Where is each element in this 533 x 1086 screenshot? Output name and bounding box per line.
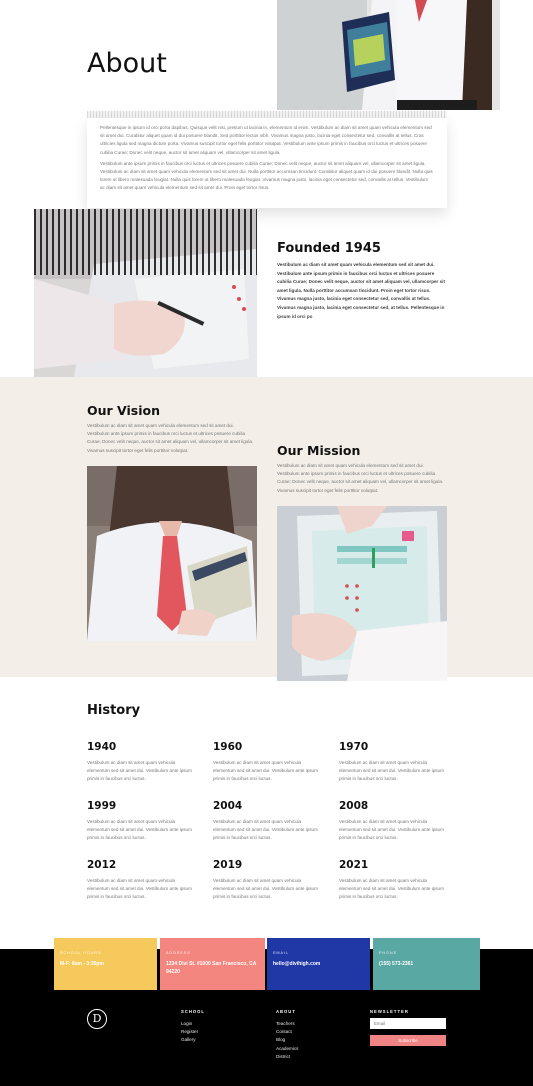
mission-text: Vestibulum ac diam sit amet quam vehicul… [277,463,444,493]
history-year: 1970 [339,741,369,753]
mission-photo-notebook [277,506,447,681]
history-text: Vestibulum ac diam sit amet quam vehicul… [339,760,444,782]
newsletter-email-input[interactable] [370,1018,446,1029]
history-item: 2019 Vestibulum ac diam sit amet quam ve… [213,859,323,902]
founded-heading: Founded 1945 [277,241,381,256]
history-year: 2012 [87,859,117,871]
contact-email-box[interactable]: EMAIL hello@divihigh.com [267,938,370,990]
history-text: Vestibulum ac diam sit amet quam vehicul… [213,760,318,782]
history-year: 2019 [213,859,243,871]
history-text: Vestibulum ac diam sit amet quam vehicul… [87,760,192,782]
about-text-card: Pellentesque in ipsum id orci porta dapi… [87,118,447,208]
history-year: 2021 [339,859,369,871]
history-text: Vestibulum ac diam sit amet quam vehicul… [339,878,444,900]
vision-text: Vestibulum ac diam sit amet quam vehicul… [87,423,254,453]
footer-link-gallery[interactable]: Gallery [181,1036,205,1044]
contact-phone-label: PHONE [379,951,398,955]
about-paragraph: Pellentesque in ipsum id orci porta dapi… [100,125,432,155]
history-year: 1940 [87,741,117,753]
footer-link-contact[interactable]: Contact [276,1028,298,1036]
history-text: Vestibulum ac diam sit amet quam vehicul… [87,878,192,900]
contact-address-label: ADDRESS [166,951,191,955]
footer-link-login[interactable]: Login [181,1020,205,1028]
history-text: Vestibulum ac diam sit amet quam vehicul… [87,819,192,841]
contact-hours-value: M-F: 8am - 3:30pm [60,961,104,967]
vision-mission-section [0,377,533,677]
history-item: 1999 Vestibulum ac diam sit amet quam ve… [87,800,197,843]
page-title: About [87,48,167,79]
history-item: 2008 Vestibulum ac diam sit amet quam ve… [339,800,449,843]
history-item: 1960 Vestibulum ac diam sit amet quam ve… [213,741,323,784]
footer-about-heading: ABOUT [276,1009,296,1014]
history-year: 1999 [87,800,117,812]
footer-link-register[interactable]: Register [181,1028,205,1036]
footer-link-academics[interactable]: Academics [276,1045,298,1053]
vision-photo-student-with-books [87,466,257,641]
history-year: 2004 [213,800,243,812]
history-text: Vestibulum ac diam sit amet quam vehicul… [213,819,318,841]
decorative-vertical-bars [34,209,257,275]
contact-address-box: ADDRESS 1234 Divi St. #1000 San Francisc… [160,938,265,990]
history-item: 2012 Vestibulum ac diam sit amet quam ve… [87,859,197,902]
footer-link-district[interactable]: District [276,1053,298,1061]
divi-logo-icon[interactable]: D [87,1009,107,1029]
footer-school-column: SCHOOL Login Register Gallery [181,1009,205,1045]
history-year: 1960 [213,741,243,753]
hero-photo-student-holding-books [277,0,500,110]
contact-address-value: 1234 Divi St. #1000 San Francisco, CA 94… [166,961,257,975]
history-item: 2004 Vestibulum ac diam sit amet quam ve… [213,800,323,843]
contact-phone-link[interactable]: (155) 573-2361 [379,960,474,968]
founded-text: Vestibulum ac diam sit amet quam vehicul… [277,262,445,319]
contact-phone-box[interactable]: PHONE (155) 573-2361 [373,938,480,990]
contact-email-link[interactable]: hello@divihigh.com [273,960,364,968]
history-item: 1970 Vestibulum ac diam sit amet quam ve… [339,741,449,784]
footer-link-teachers[interactable]: Teachers [276,1020,298,1028]
contact-hours-box: SCHOOL HOURS M-F: 8am - 3:30pm [54,938,157,990]
history-heading: History [87,703,141,718]
contact-email-label: EMAIL [273,951,289,955]
footer-link-blog[interactable]: Blog [276,1036,298,1044]
history-year: 2008 [339,800,369,812]
mission-heading: Our Mission [277,443,361,458]
about-paragraph: Vestibulum ante ipsum primis in faucibus… [100,160,433,191]
decorative-stripe-band [87,111,447,118]
history-text: Vestibulum ac diam sit amet quam vehicul… [213,878,318,900]
newsletter-heading: NEWSLETTER [370,1009,409,1014]
newsletter-subscribe-button[interactable]: Subscribe [370,1035,446,1046]
contact-hours-label: SCHOOL HOURS [60,951,102,955]
footer-about-column: ABOUT Teachers Contact Blog Academics Di… [276,1009,298,1061]
history-item: 2021 Vestibulum ac diam sit amet quam ve… [339,859,449,902]
history-item: 1940 Vestibulum ac diam sit amet quam ve… [87,741,197,784]
vision-heading: Our Vision [87,403,160,418]
footer-school-heading: SCHOOL [181,1009,205,1014]
history-text: Vestibulum ac diam sit amet quam vehicul… [339,819,444,841]
